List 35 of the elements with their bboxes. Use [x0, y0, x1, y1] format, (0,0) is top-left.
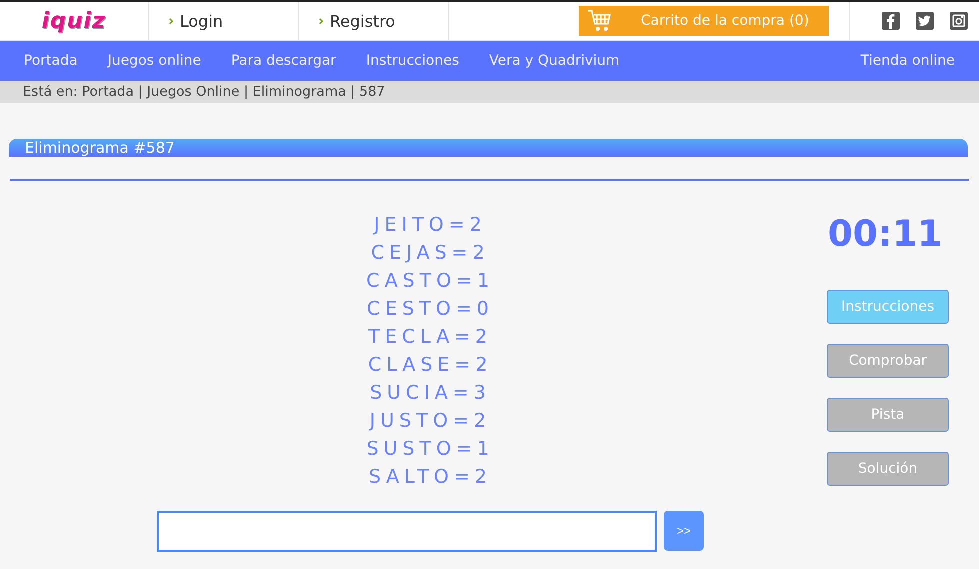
clue-word: CEJAS=2 [371, 241, 490, 266]
panel-title: Eliminograma #587 [25, 139, 175, 157]
nav-link[interactable]: Instrucciones [366, 53, 460, 69]
nav-link[interactable]: Portada [24, 53, 78, 69]
breadcrumb: Está en: Portada | Juegos Online | Eliminograma | 587 [23, 84, 386, 100]
facebook-icon[interactable] [882, 12, 900, 30]
clue-word: SUSTO=1 [366, 437, 494, 462]
game-button[interactable]: Solución [827, 452, 949, 486]
clue-word: CLASE=2 [368, 353, 493, 378]
chevron-icon [169, 18, 174, 24]
chevron-icon [319, 18, 324, 24]
clue-word: SALTO=2 [369, 465, 492, 490]
clue-word: JUSTO=2 [370, 409, 492, 434]
cart-icon [587, 8, 613, 34]
game-button[interactable]: Pista [827, 398, 949, 432]
clue-word: CESTO=0 [367, 297, 494, 322]
clue-word: TECLA=2 [368, 325, 492, 350]
instagram-icon[interactable] [950, 12, 968, 30]
game-button[interactable]: Instrucciones [827, 290, 949, 324]
twitter-icon[interactable] [916, 12, 934, 30]
timer: 00:11 [828, 214, 943, 255]
top-link[interactable]: Login [180, 12, 224, 30]
top-link[interactable]: Registro [330, 12, 396, 30]
nav-link[interactable]: Tienda online [860, 53, 955, 69]
clue-word: JEITO=2 [374, 213, 487, 238]
nav-link[interactable]: Juegos online [108, 53, 202, 69]
clue-word: SUCIA=3 [370, 381, 491, 406]
cart-button[interactable]: Carrito de la compra (0) [579, 6, 829, 36]
site-logo[interactable]: iquiz [42, 8, 106, 34]
game-button[interactable]: Comprobar [827, 344, 949, 378]
answer-field[interactable] [157, 511, 657, 552]
clue-word: CASTO=1 [366, 269, 494, 294]
submit-button[interactable]: >> [664, 511, 704, 551]
nav-link[interactable]: Para descargar [231, 53, 336, 69]
nav-link[interactable]: Vera y Quadrivium [489, 53, 620, 69]
